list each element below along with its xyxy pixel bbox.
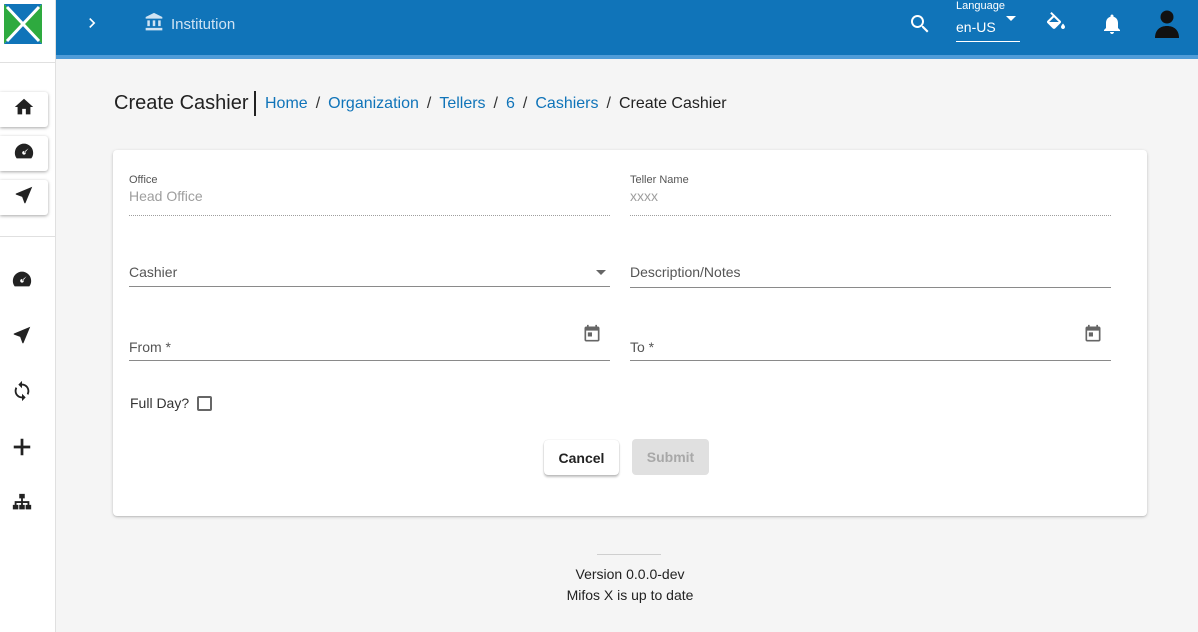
cancel-button[interactable]: Cancel xyxy=(544,440,619,475)
to-date-placeholder: To * xyxy=(630,339,655,355)
office-value: Head Office xyxy=(129,188,203,204)
calendar-icon[interactable] xyxy=(1083,324,1103,344)
navigation-icon xyxy=(13,184,35,211)
full-day-label: Full Day? xyxy=(130,395,190,411)
cashier-select[interactable]: Cashier xyxy=(129,258,610,288)
sidebar-item-hierarchy[interactable] xyxy=(10,493,34,517)
sidebar-item-dashboard[interactable] xyxy=(0,136,48,171)
institution-menu[interactable]: Institution xyxy=(144,12,235,36)
chevron-right-icon[interactable] xyxy=(82,13,102,33)
navigation-icon xyxy=(11,324,33,351)
bell-icon[interactable] xyxy=(1100,12,1124,36)
footer-version: Version 0.0.0-dev xyxy=(575,566,685,582)
plus-icon xyxy=(11,436,33,463)
dashboard-icon xyxy=(11,268,33,295)
language-value: en-US xyxy=(956,19,996,35)
caret-down-icon xyxy=(1006,16,1016,21)
from-date-input[interactable]: From * xyxy=(129,322,610,362)
mifos-logo[interactable] xyxy=(4,4,42,44)
search-icon[interactable] xyxy=(908,12,932,36)
sidebar-item-navigation[interactable] xyxy=(0,180,48,215)
description-placeholder: Description/Notes xyxy=(630,264,741,280)
description-input[interactable]: Description/Notes xyxy=(630,258,1111,288)
sidebar-item-navigation-2[interactable] xyxy=(10,325,34,349)
full-day-checkbox[interactable] xyxy=(197,395,213,411)
bank-icon xyxy=(144,12,171,36)
sidebar-divider xyxy=(0,236,56,237)
breadcrumb-home[interactable]: Home xyxy=(265,95,308,113)
top-toolbar: Institution Language en-US xyxy=(56,0,1198,55)
user-avatar-icon[interactable] xyxy=(1152,8,1182,38)
calendar-icon[interactable] xyxy=(582,324,602,344)
sidebar-item-dashboard-2[interactable] xyxy=(10,269,34,293)
breadcrumb: Home / Organization / Tellers / 6 / Cash… xyxy=(265,95,727,113)
teller-name-label: Teller Name xyxy=(630,174,689,186)
sidebar-divider xyxy=(0,62,56,63)
language-select[interactable]: Language en-US xyxy=(956,0,1020,42)
cashier-placeholder: Cashier xyxy=(129,264,178,280)
breadcrumb-cashiers[interactable]: Cashiers xyxy=(535,95,598,113)
teller-name-field: Teller Name xxxx xyxy=(630,174,1111,218)
breadcrumb-teller-id[interactable]: 6 xyxy=(506,95,515,113)
office-label: Office xyxy=(129,174,158,186)
full-day-option: Full Day? xyxy=(130,395,213,411)
breadcrumb-current: Create Cashier xyxy=(618,95,727,112)
from-date-placeholder: From * xyxy=(129,339,171,355)
sidebar-item-sync[interactable] xyxy=(10,380,34,407)
sidebar-item-home[interactable] xyxy=(0,92,48,127)
title-separator xyxy=(254,91,256,116)
dashboard-icon xyxy=(13,140,35,167)
paint-bucket-icon[interactable] xyxy=(1044,12,1068,36)
breadcrumb-tellers[interactable]: Tellers xyxy=(439,95,485,113)
toolbar-accent-stripe xyxy=(56,55,1198,59)
sidebar xyxy=(0,0,56,632)
institution-label: Institution xyxy=(171,15,236,33)
submit-button[interactable]: Submit xyxy=(632,439,709,475)
create-cashier-form-card: Office Head Office Teller Name xxxx Cash… xyxy=(113,150,1147,516)
breadcrumb-organization[interactable]: Organization xyxy=(328,95,419,113)
sync-icon xyxy=(11,380,33,407)
language-label: Language xyxy=(956,0,1005,12)
caret-down-icon xyxy=(596,270,606,275)
sidebar-item-add[interactable] xyxy=(10,437,34,461)
home-icon xyxy=(13,96,35,123)
office-field: Office Head Office xyxy=(129,174,610,218)
page-title: Create Cashier xyxy=(114,92,249,114)
footer-divider xyxy=(597,554,661,555)
footer-status: Mifos X is up to date xyxy=(566,587,694,603)
to-date-input[interactable]: To * xyxy=(630,322,1111,362)
teller-name-value: xxxx xyxy=(630,188,658,204)
sitemap-icon xyxy=(11,492,33,519)
